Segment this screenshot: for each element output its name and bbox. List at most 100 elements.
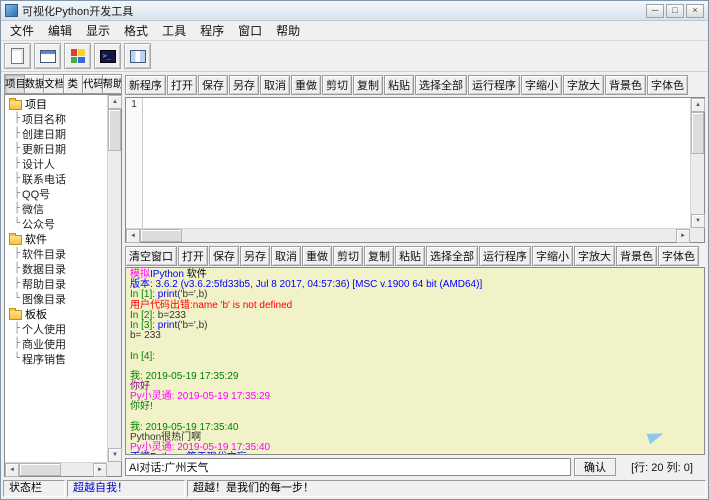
tab[interactable]: 项目 xyxy=(4,74,25,94)
form-window-button[interactable] xyxy=(34,43,61,69)
tree-horizontal-scrollbar[interactable]: ◄ ► xyxy=(5,462,107,476)
toolbar-button[interactable]: 粘贴 xyxy=(395,246,425,266)
toolbar-button[interactable]: 字体色 xyxy=(658,246,699,266)
toolbar-button[interactable]: 字放大 xyxy=(574,246,615,266)
tree-item[interactable]: ├设计人 xyxy=(7,156,106,171)
menu-item[interactable]: 编辑 xyxy=(41,21,79,40)
toolbar-button[interactable]: 另存 xyxy=(240,246,270,266)
tree-item[interactable]: ├创建日期 xyxy=(7,126,106,141)
editor-horizontal-scrollbar[interactable]: ◄ ► xyxy=(126,228,690,242)
menu-item[interactable]: 工具 xyxy=(155,21,193,40)
console-window-button[interactable] xyxy=(94,43,121,69)
scroll-up-arrow[interactable]: ▲ xyxy=(108,95,122,109)
toolbar-button[interactable]: 取消 xyxy=(271,246,301,266)
confirm-button[interactable]: 确认 xyxy=(574,458,616,476)
tree-item[interactable]: ├个人使用 xyxy=(7,321,106,336)
tree-branch: ├ xyxy=(14,323,20,334)
toolbar-button[interactable]: 粘贴 xyxy=(384,75,414,95)
toolbar-button[interactable]: 运行程序 xyxy=(468,75,520,95)
toolbar-button[interactable]: 剪切 xyxy=(322,75,352,95)
ai-chat-input[interactable] xyxy=(125,458,571,476)
code-editor[interactable]: 1 ▲ ▼ ◄ ► xyxy=(125,97,705,243)
scrollbar-track[interactable] xyxy=(61,463,93,476)
scroll-left-arrow[interactable]: ◄ xyxy=(5,463,19,477)
tree-item[interactable]: ├微信 xyxy=(7,201,106,216)
toolbar-button[interactable]: 重做 xyxy=(302,246,332,266)
tree-item[interactable]: ├更新日期 xyxy=(7,141,106,156)
menu-item[interactable]: 显示 xyxy=(79,21,117,40)
table-view-button[interactable] xyxy=(124,43,151,69)
scroll-down-arrow[interactable]: ▼ xyxy=(108,448,122,462)
tree-item[interactable]: ├数据目录 xyxy=(7,261,106,276)
scroll-right-arrow[interactable]: ► xyxy=(93,463,107,477)
scrollbar-track[interactable] xyxy=(108,151,121,448)
toolbar-button[interactable]: 选择全部 xyxy=(415,75,467,95)
tree-folder[interactable]: 板板 xyxy=(7,306,106,321)
new-file-button[interactable] xyxy=(4,43,31,69)
console-output[interactable]: 模拟IPython 软件版本: 3.6.2 (v3.6.2:5fd33b5, J… xyxy=(125,267,705,455)
toolbar-button[interactable]: 字缩小 xyxy=(521,75,562,95)
tab[interactable]: 代码 xyxy=(83,74,103,94)
toolbar-button[interactable]: 字缩小 xyxy=(532,246,573,266)
toolbar-button[interactable]: 背景色 xyxy=(616,246,657,266)
menu-item[interactable]: 文件 xyxy=(3,21,41,40)
scrollbar-track[interactable] xyxy=(182,229,676,242)
tree-item[interactable]: ├QQ号 xyxy=(7,186,106,201)
menu-item[interactable]: 格式 xyxy=(117,21,155,40)
tree-item[interactable]: └程序销售 xyxy=(7,351,106,366)
editor-toolbar: 新程序打开保存另存取消重做剪切复制粘贴选择全部运行程序字缩小字放大背景色字体色 xyxy=(125,74,705,96)
tree-branch: └ xyxy=(14,293,20,304)
toolbar-button[interactable]: 保存 xyxy=(198,75,228,95)
console-line: In [4]: xyxy=(130,352,700,362)
menu-item[interactable]: 窗口 xyxy=(231,21,269,40)
scroll-down-arrow[interactable]: ▼ xyxy=(691,214,705,228)
scrollbar-thumb[interactable] xyxy=(19,463,61,476)
tab[interactable]: 文档 xyxy=(44,74,64,94)
toolbar-button[interactable]: 复制 xyxy=(353,75,383,95)
tree-label: 板板 xyxy=(25,306,47,322)
toolbar-button[interactable]: 字放大 xyxy=(563,75,604,95)
palette-icon xyxy=(71,49,85,63)
toolbar-button[interactable]: 背景色 xyxy=(605,75,646,95)
toolbar-button[interactable]: 清空窗口 xyxy=(125,246,177,266)
minimize-button[interactable]: ─ xyxy=(646,4,664,18)
tree-item[interactable]: ├商业使用 xyxy=(7,336,106,351)
editor-vertical-scrollbar[interactable]: ▲ ▼ xyxy=(690,98,704,228)
toolbar-button[interactable]: 打开 xyxy=(178,246,208,266)
toolbar-button[interactable]: 另存 xyxy=(229,75,259,95)
toolbar-button[interactable]: 保存 xyxy=(209,246,239,266)
toolbar-button[interactable]: 重做 xyxy=(291,75,321,95)
scroll-right-arrow[interactable]: ► xyxy=(676,229,690,243)
toolbar-button[interactable]: 选择全部 xyxy=(426,246,478,266)
scroll-up-arrow[interactable]: ▲ xyxy=(691,98,705,112)
toolbar-button[interactable]: 取消 xyxy=(260,75,290,95)
palette-button[interactable] xyxy=(64,43,91,69)
tab[interactable]: 数据 xyxy=(25,74,45,94)
close-button[interactable]: × xyxy=(686,4,704,18)
scrollbar-track[interactable] xyxy=(691,154,704,214)
tree-vertical-scrollbar[interactable]: ▲ ▼ xyxy=(107,95,121,462)
scroll-left-arrow[interactable]: ◄ xyxy=(126,229,140,243)
tree-item[interactable]: ├帮助目录 xyxy=(7,276,106,291)
tree-item[interactable]: ├软件目录 xyxy=(7,246,106,261)
tree-item[interactable]: ├项目名称 xyxy=(7,111,106,126)
toolbar-button[interactable]: 剪切 xyxy=(333,246,363,266)
tree-item[interactable]: └图像目录 xyxy=(7,291,106,306)
toolbar-button[interactable]: 新程序 xyxy=(125,75,166,95)
scrollbar-thumb[interactable] xyxy=(108,109,121,151)
tree-folder[interactable]: 项目 xyxy=(7,96,106,111)
maximize-button[interactable]: □ xyxy=(666,4,684,18)
toolbar-button[interactable]: 打开 xyxy=(167,75,197,95)
toolbar-button[interactable]: 复制 xyxy=(364,246,394,266)
scrollbar-thumb[interactable] xyxy=(691,112,704,154)
tab[interactable]: 类 xyxy=(64,74,84,94)
menu-item[interactable]: 帮助 xyxy=(269,21,307,40)
tree-item[interactable]: └公众号 xyxy=(7,216,106,231)
tree-folder[interactable]: 软件 xyxy=(7,231,106,246)
toolbar-button[interactable]: 运行程序 xyxy=(479,246,531,266)
tab[interactable]: 帮助 xyxy=(103,74,123,94)
scrollbar-thumb[interactable] xyxy=(140,229,182,242)
toolbar-button[interactable]: 字体色 xyxy=(647,75,688,95)
tree-item[interactable]: ├联系电话 xyxy=(7,171,106,186)
menu-item[interactable]: 程序 xyxy=(193,21,231,40)
